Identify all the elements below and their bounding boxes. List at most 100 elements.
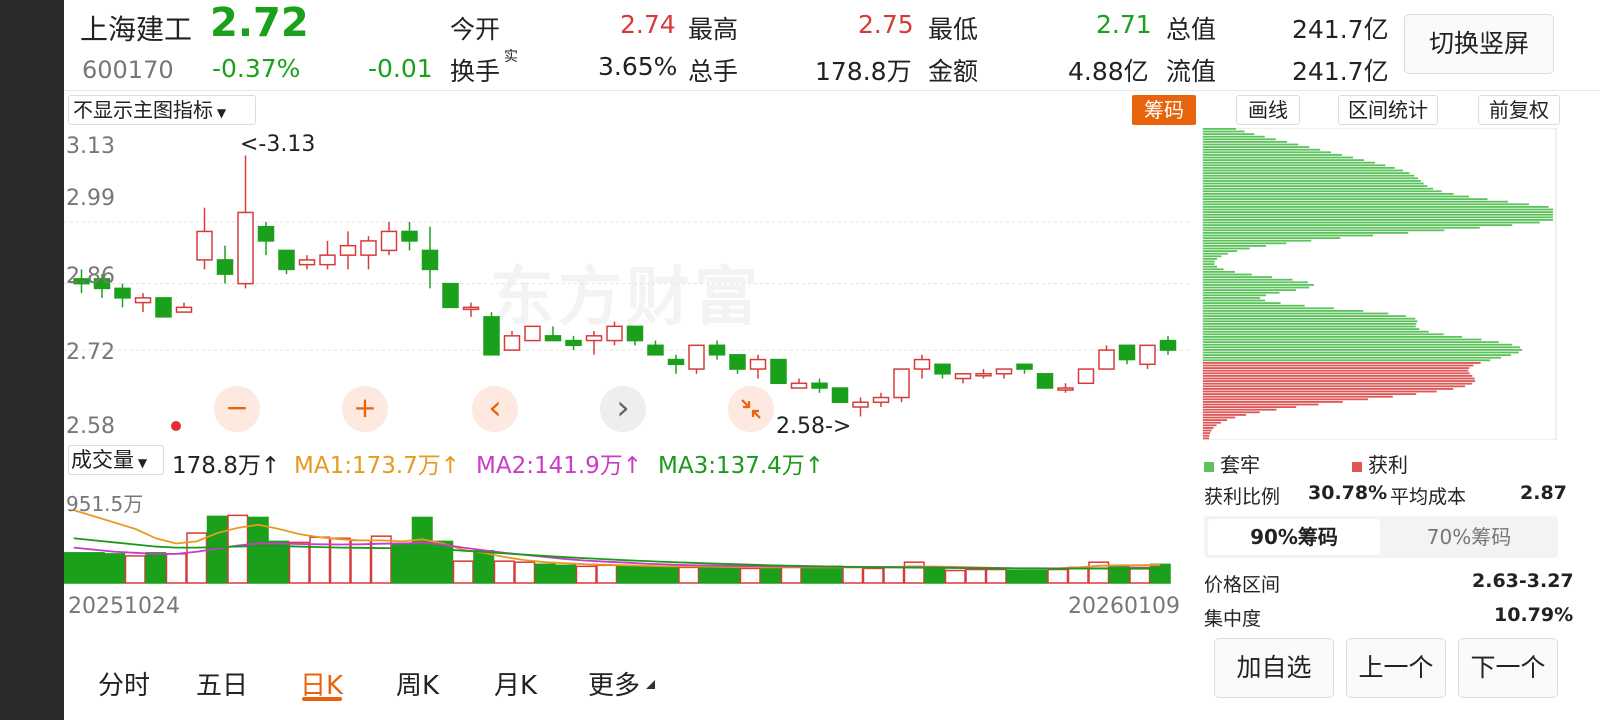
chip-bar-trapped [1203,200,1509,203]
chip-bar-trapped [1203,169,1403,172]
amount-value: 4.88亿 [1068,57,1149,86]
indicator-select-label: 不显示主图指标 [73,98,213,122]
scroll-right-button[interactable]: › [600,386,646,432]
chip-bar-trapped [1203,177,1419,180]
chip-bar-trapped [1203,359,1491,362]
chip-bar-trapped [1203,206,1549,208]
stock-name: 上海建工 [80,13,193,46]
scroll-left-button[interactable]: ‹ [472,386,518,432]
volume-max-label: 951.5万 [66,492,144,516]
volume-bar [657,566,679,584]
volume-bar [637,565,659,584]
volume-label: 总手 [688,57,739,86]
volume-bar [821,565,843,584]
add-watchlist-button[interactable]: 加自选 [1214,638,1334,698]
chip-bar-profit [1203,375,1473,377]
chip-bar-trapped [1203,229,1445,232]
volume-bar [719,566,741,584]
volume-chart[interactable] [64,480,1192,586]
zoom-in-button[interactable]: + [342,386,388,432]
chip-bar-profit [1203,367,1470,370]
high-price-marker: <-3.13 [240,132,316,157]
chip-bar-trapped [1203,174,1415,177]
candle-body [503,335,521,351]
chip-bar-trapped [1203,135,1265,138]
chevron-down-icon: ▼ [134,456,148,470]
chip-bar-profit [1203,424,1217,427]
chip-bar-profit [1203,408,1277,411]
switch-portrait-button[interactable]: 切换竖屏 [1404,14,1554,74]
chip-bar-trapped [1203,133,1255,136]
tab-90-chip[interactable]: 90%筹码 [1208,519,1380,555]
turnover-label: 换手 [450,57,501,86]
y-tick-label: 3.13 [66,134,115,159]
y-tick-label: 2.72 [66,340,115,365]
forward-adjust-button[interactable]: 前复权 [1478,95,1560,125]
candle-body [155,297,172,318]
tab-weekly-k[interactable]: 周K [396,665,439,702]
zoom-out-button[interactable]: − [214,386,260,432]
indicator-select[interactable]: 不显示主图指标 ▼ [68,95,256,125]
chip-bar-trapped [1203,320,1418,323]
turnover-sup: 实 [504,49,518,65]
next-stock-button[interactable]: 下一个 [1458,638,1558,698]
float-label: 流值 [1166,57,1217,86]
candle-body [647,344,664,356]
draw-line-button[interactable]: 画线 [1236,95,1300,125]
concentration-label: 集中度 [1204,608,1262,630]
chip-bar-trapped [1203,294,1266,297]
chip-bar-trapped [1203,151,1332,154]
volume-bar [596,564,618,584]
candle-body [565,339,582,347]
chip-bar-profit [1203,406,1297,409]
chip-bar-trapped [1203,258,1218,260]
candle-body [319,254,336,266]
candle-body [462,306,480,311]
chip-bar-profit [1203,395,1393,398]
tab-intraday[interactable]: 分时 [98,665,150,702]
candle-body [790,382,808,389]
range-stats-button[interactable]: 区间统计 [1338,95,1438,125]
chip-bar-trapped [1203,289,1297,292]
chip-button[interactable]: 筹码 [1132,95,1196,125]
chip-bar-trapped [1203,351,1519,354]
chip-bar-trapped [1203,255,1222,258]
tab-70-chip[interactable]: 70%筹码 [1384,519,1554,555]
chip-bar-trapped [1203,336,1463,338]
volume-bar [165,553,187,584]
chip-bar-trapped [1203,323,1417,325]
chip-bar-profit [1203,380,1476,383]
legend-trapped: 套牢 [1204,449,1260,478]
chip-bar-profit [1203,403,1319,406]
chip-bar-profit [1203,393,1417,396]
candle-body [114,287,131,299]
chip-bar-trapped [1203,310,1364,312]
prev-stock-button[interactable]: 上一个 [1346,638,1446,698]
volume-ma1: MA1:173.7万↑ [294,453,461,479]
chip-bar-trapped [1203,242,1287,245]
tab-more[interactable]: 更多 [588,665,640,702]
chip-bar-profit [1203,437,1209,440]
chip-bar-trapped [1203,208,1553,211]
open-label: 今开 [450,15,501,44]
volume-select[interactable]: 成交量 ▼ [68,445,164,475]
chip-bar-trapped [1203,263,1215,266]
chip-bar-trapped [1203,190,1442,193]
chip-bar-trapped [1203,148,1321,151]
candle-body [134,297,152,304]
chip-bar-trapped [1203,219,1553,221]
chip-bar-trapped [1203,307,1334,310]
tab-monthly-k[interactable]: 月K [494,665,537,702]
volume-bar [1047,568,1069,584]
volume-bar [555,564,577,584]
volume-bar [432,540,454,584]
tab-five-day[interactable]: 五日 [196,665,248,702]
chip-bar-trapped [1203,172,1410,175]
chip-bar-trapped [1203,315,1407,318]
chevron-down-icon: ▼ [213,106,227,120]
candle-body [401,230,418,242]
chip-bar-trapped [1203,138,1276,141]
candle-body [175,306,193,313]
candle-body [995,368,1013,375]
reset-zoom-icon[interactable] [728,386,774,432]
